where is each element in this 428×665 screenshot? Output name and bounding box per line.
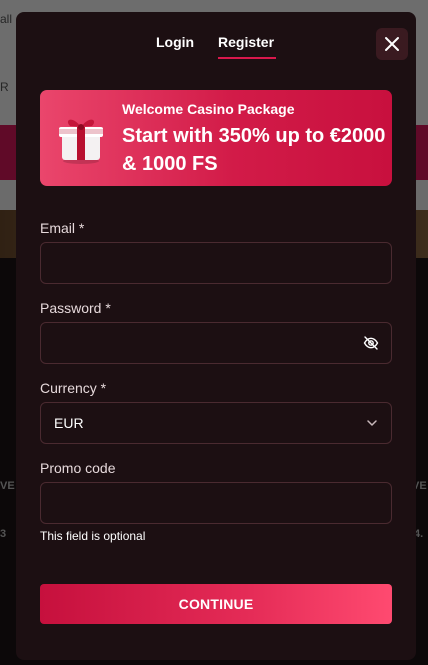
- banner-kicker: Welcome Casino Package: [122, 101, 295, 117]
- promo-field-box: [40, 482, 392, 524]
- email-field[interactable]: [41, 243, 355, 283]
- email-field-box: [40, 242, 392, 284]
- eye-off-icon[interactable]: [363, 335, 379, 351]
- email-label: Email *: [40, 220, 85, 236]
- close-button[interactable]: [376, 28, 408, 60]
- promo-label: Promo code: [40, 460, 116, 476]
- chevron-down-icon: [367, 420, 377, 426]
- password-field-box: [40, 322, 392, 364]
- auth-tabs: Login Register: [16, 34, 416, 64]
- welcome-banner: Welcome Casino Package Start with 350% u…: [40, 90, 392, 186]
- tab-register[interactable]: Register: [218, 34, 277, 59]
- promo-code-field[interactable]: [41, 483, 355, 523]
- promo-hint: This field is optional: [40, 529, 146, 543]
- password-label: Password *: [40, 300, 111, 316]
- password-field[interactable]: [41, 323, 355, 363]
- register-modal: Login Register Welcome Casino Package St…: [16, 12, 416, 660]
- currency-label: Currency *: [40, 380, 107, 396]
- tab-login[interactable]: Login: [156, 34, 194, 50]
- currency-select[interactable]: EUR: [40, 402, 392, 444]
- currency-selected-value: EUR: [54, 415, 84, 431]
- close-icon: [385, 37, 399, 51]
- banner-title: Start with 350% up to €2000 & 1000 FS: [122, 125, 386, 175]
- gift-icon: [59, 119, 103, 164]
- continue-button[interactable]: CONTINUE: [40, 584, 392, 624]
